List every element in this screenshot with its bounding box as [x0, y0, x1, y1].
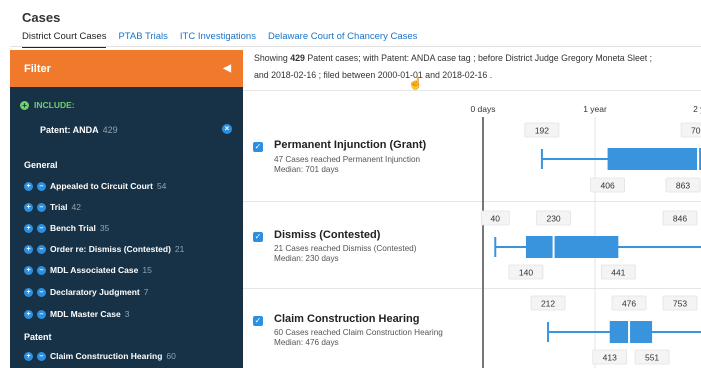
minus-circle-icon[interactable]: – [37, 181, 46, 191]
filter-item-label: Appealed to Circuit Court [50, 181, 153, 191]
plus-circle-icon[interactable]: + [24, 351, 33, 361]
minus-circle-icon[interactable]: – [37, 265, 46, 275]
filter-item-bench-trial[interactable]: + – Bench Trial 35 [24, 223, 109, 233]
chevron-left-icon[interactable]: ◀ [223, 63, 231, 74]
filter-item-label: Patent: ANDA [40, 125, 99, 135]
value-label: 701 [691, 126, 701, 136]
filter-item-label: MDL Master Case [50, 309, 121, 319]
plus-circle-icon[interactable]: + [24, 244, 33, 254]
value-label: 413 [603, 353, 617, 363]
plus-circle-icon[interactable]: + [24, 202, 33, 212]
value-label: 230 [546, 214, 560, 224]
summary-count: 429 [290, 53, 305, 63]
filter-header[interactable]: Filter ◀ [10, 50, 243, 87]
include-filter-patent-anda[interactable]: Patent: ANDA 429 [40, 125, 118, 135]
section-heading-general: General [24, 160, 58, 170]
value-label: 551 [645, 353, 659, 363]
box-iqr [609, 321, 653, 343]
filter-item-label: Claim Construction Hearing [50, 351, 163, 361]
box-iqr [607, 148, 701, 170]
value-label: 476 [622, 299, 636, 309]
value-label: 753 [673, 299, 687, 309]
value-label: 441 [611, 268, 625, 278]
minus-circle-icon[interactable]: – [37, 244, 46, 254]
filter-item-label: Declaratory Judgment [50, 287, 140, 297]
plus-circle-icon[interactable]: + [24, 223, 33, 233]
filter-item-order-dismiss[interactable]: + – Order re: Dismiss (Contested) 21 [24, 244, 184, 254]
include-heading: + INCLUDE: [20, 100, 75, 110]
axis-tick-label: 0 days [470, 104, 495, 114]
filter-item-count: 3 [124, 309, 130, 319]
filter-item-label: MDL Associated Case [50, 265, 139, 275]
hand-cursor-icon: ☝ [408, 76, 423, 90]
filter-sidebar: Filter ◀ + INCLUDE: Patent: ANDA 429 × Ge… [10, 50, 243, 368]
filter-item-label: Order re: Dismiss (Contested) [50, 244, 171, 254]
tabs-divider [10, 46, 701, 47]
plus-circle-icon[interactable]: + [24, 181, 33, 191]
plus-icon: + [20, 100, 29, 110]
box-plot-area: ✓ Permanent Injunction (Grant) 47 Cases … [243, 91, 701, 368]
summary-prefix: Showing [254, 53, 288, 63]
minus-circle-icon[interactable]: – [37, 202, 46, 212]
filter-item-count: 42 [71, 202, 81, 212]
filter-item-declaratory-judgment[interactable]: + – Declaratory Judgment 7 [24, 287, 148, 297]
plus-circle-icon[interactable]: + [24, 287, 33, 297]
page-title: Cases [22, 10, 61, 25]
value-label: 192 [535, 126, 549, 136]
filter-item-mdl-master[interactable]: + – MDL Master Case 3 [24, 309, 129, 319]
filter-item-count: 429 [102, 125, 118, 135]
box-iqr [525, 236, 619, 258]
value-label: 212 [541, 299, 555, 309]
filter-label: Filter [24, 62, 51, 75]
plus-circle-icon[interactable]: + [24, 265, 33, 275]
axis-tick-label: 2 years [693, 104, 701, 114]
filter-item-label: Bench Trial [50, 223, 96, 233]
summary-line1: Patent cases; with Patent: ANDA case tag… [307, 53, 653, 63]
value-label: 846 [673, 214, 687, 224]
filter-item-count: 35 [99, 223, 110, 233]
remove-filter-icon[interactable]: × [222, 124, 232, 134]
value-label: 40 [491, 214, 501, 224]
summary-line2: and 2018-02-16 ; filed between 2000-01-0… [254, 70, 493, 80]
minus-circle-icon[interactable]: – [37, 309, 46, 319]
filter-item-mdl-associated[interactable]: + – MDL Associated Case 15 [24, 265, 152, 275]
minus-circle-icon[interactable]: – [37, 351, 46, 361]
filter-item-claim-construction[interactable]: + – Claim Construction Hearing 60 [24, 351, 176, 361]
plus-circle-icon[interactable]: + [24, 309, 33, 319]
box-plot-svg: 0 days 1 year 2 years 192 701 406 863 40 230 846 1… [470, 104, 701, 368]
section-heading-patent: Patent [24, 332, 52, 342]
include-label: INCLUDE: [34, 100, 75, 110]
value-label: 863 [676, 181, 690, 191]
filter-item-count: 54 [156, 181, 167, 191]
filter-item-count: 60 [166, 351, 176, 361]
filter-item-count: 21 [174, 244, 185, 254]
filter-item-count: 7 [143, 287, 149, 297]
filter-item-trial[interactable]: + – Trial 42 [24, 202, 81, 212]
value-label: 140 [519, 268, 533, 278]
filter-item-label: Trial [50, 202, 68, 212]
value-label: 406 [600, 181, 614, 191]
axis-tick-label: 1 year [583, 104, 607, 114]
filter-item-count: 15 [142, 265, 152, 275]
minus-circle-icon[interactable]: – [37, 223, 46, 233]
filter-item-appealed[interactable]: + – Appealed to Circuit Court 54 [24, 181, 166, 191]
search-summary: Showing 429 Patent cases; with Patent: A… [254, 50, 701, 84]
minus-circle-icon[interactable]: – [37, 287, 46, 297]
